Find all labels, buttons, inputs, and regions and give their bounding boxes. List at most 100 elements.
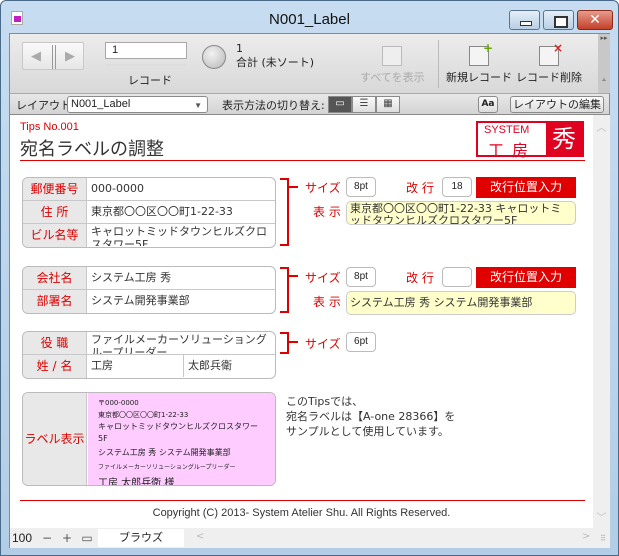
- address-size-field[interactable]: 8pt: [346, 177, 376, 197]
- page-title: 宛名ラベルの調整: [20, 139, 164, 160]
- close-button[interactable]: ✕: [577, 10, 613, 30]
- address-label: 住 所: [23, 201, 87, 223]
- person-bracket: [280, 332, 289, 354]
- found-set-pie-icon: [202, 45, 226, 69]
- person-bracket-tick: [289, 341, 298, 343]
- app-window: N001_Label ✕ ◀ ▶ 1 レコード 1 合計 (未ソート) すべてを…: [0, 0, 619, 556]
- postal-code-field[interactable]: 000-0000: [91, 178, 271, 200]
- vertical-scrollbar[interactable]: ︿ ﹀: [593, 115, 610, 528]
- note-line: サンプルとして使用しています。: [286, 425, 449, 438]
- company-size-field[interactable]: 8pt: [346, 267, 376, 287]
- department-field[interactable]: システム開発事業部: [91, 290, 271, 312]
- next-record-icon[interactable]: ▶: [65, 49, 75, 64]
- record-number-input[interactable]: 1: [105, 42, 187, 59]
- toggle-toolbar-icon[interactable]: ▭: [80, 531, 94, 545]
- edit-layout-button[interactable]: レイアウトの編集: [510, 96, 604, 113]
- scroll-right-icon[interactable]: >: [582, 531, 590, 542]
- chevron-down-icon: ▼: [194, 101, 202, 110]
- note-line: このTipsでは、: [286, 395, 364, 408]
- address-bracket-tick: [289, 186, 298, 188]
- preview-name: 工房 太郎兵衛 様: [98, 478, 175, 486]
- company-display-field[interactable]: システム工房 秀 システム開発事業部: [346, 291, 576, 315]
- person-size-field[interactable]: 6pt: [346, 332, 376, 352]
- resize-grip-icon[interactable]: ⠿: [600, 534, 606, 543]
- delete-record-icon: ×: [539, 41, 563, 66]
- overflow-icon: ▸▸: [600, 34, 608, 42]
- table-view-icon: ▦: [383, 98, 393, 109]
- address-field[interactable]: 東京都〇〇区〇〇町1-22-33: [91, 201, 271, 223]
- layout-select-value: N001_Label: [71, 98, 131, 110]
- logo-kobo-text: 工房: [488, 141, 537, 160]
- record-label: レコード: [128, 74, 172, 87]
- scroll-down-icon[interactable]: ﹀: [593, 509, 610, 524]
- footer-divider: [20, 500, 585, 501]
- job-title-field[interactable]: ファイルメーカーソリューショングループリーダー: [91, 333, 271, 354]
- department-row: 部署名 システム開発事業部: [23, 290, 275, 313]
- logo-system-text: SYSTEM: [484, 124, 530, 136]
- company-row: 会社名 システム工房 秀: [23, 267, 275, 290]
- company-break-field[interactable]: [442, 267, 472, 287]
- new-record-label: 新規レコード: [446, 71, 512, 84]
- company-break-position-button[interactable]: 改行位置入力: [476, 267, 576, 288]
- building-field[interactable]: キャロットミッドタウンヒルズクロスタワー5F: [91, 225, 271, 246]
- scroll-left-icon[interactable]: <: [196, 531, 204, 542]
- show-all-label: すべてを表示: [360, 71, 425, 84]
- scroll-up-icon[interactable]: ︿: [593, 119, 610, 134]
- form-view-icon: ▭: [335, 98, 345, 109]
- sort-status: 合計 (未ソート): [236, 56, 315, 69]
- label-preview: 〒000-0000 東京都〇〇区〇〇町1-22-33 キャロットミッドタウンヒル…: [88, 393, 275, 486]
- address-break-field[interactable]: 18: [442, 177, 472, 197]
- company-field[interactable]: システム工房 秀: [91, 267, 271, 289]
- preview-postal: 〒000-0000: [98, 399, 139, 407]
- record-slider[interactable]: [105, 64, 187, 66]
- collapse-toolbar-icon[interactable]: ⩡: [598, 76, 610, 85]
- tips-number: Tips No.001: [20, 121, 79, 133]
- person-fields: 役 職 ファイルメーカーソリューショングループリーダー 姓 / 名 工房 太郎兵…: [22, 331, 276, 379]
- preview-company: システム工房 秀 システム開発事業部: [98, 448, 231, 457]
- zoom-in-icon[interactable]: +: [60, 531, 74, 545]
- layout-select[interactable]: N001_Label ▼: [67, 96, 208, 113]
- postal-code-label: 郵便番号: [23, 178, 87, 200]
- address-display-label: 表 示: [313, 205, 341, 219]
- company-logo: SYSTEM 工房 秀: [476, 121, 584, 160]
- maximize-button[interactable]: [543, 10, 574, 30]
- text-formatting-button[interactable]: Aa: [478, 96, 498, 113]
- form-view-button[interactable]: ▭: [328, 96, 352, 113]
- book-spine-icon: [52, 45, 56, 69]
- preview-title: ファイルメーカーソリューショングループリーダー: [98, 464, 236, 471]
- address-row: 住 所 東京都〇〇区〇〇町1-22-33: [23, 201, 275, 224]
- table-view-button[interactable]: ▦: [376, 96, 400, 113]
- layout-bar: レイアウト: N001_Label ▼ 表示方法の切り替え: ▭ ☰ ▦ Aa …: [9, 93, 610, 115]
- delete-record-button[interactable]: × レコード削除: [516, 41, 582, 85]
- layout-label: レイアウト:: [16, 99, 75, 112]
- minimize-button[interactable]: [509, 10, 540, 30]
- logo-mark: 秀: [546, 123, 582, 155]
- preview-address: 東京都〇〇区〇〇町1-22-33: [98, 411, 189, 419]
- address-fields: 郵便番号 000-0000 住 所 東京都〇〇区〇〇町1-22-33 ビル名等 …: [22, 177, 276, 248]
- label-preview-group: ラベル表示 〒000-0000 東京都〇〇区〇〇町1-22-33 キャロットミッ…: [22, 392, 276, 486]
- previous-record-icon[interactable]: ◀: [31, 49, 41, 64]
- new-record-button[interactable]: + 新規レコード: [446, 41, 512, 85]
- zoom-out-icon[interactable]: −: [40, 531, 54, 545]
- zoom-level[interactable]: 100: [12, 531, 32, 545]
- list-view-button[interactable]: ☰: [352, 96, 376, 113]
- company-display-label: 表 示: [313, 295, 341, 309]
- address-break-position-button[interactable]: 改行位置入力: [476, 177, 576, 198]
- postal-code-row: 郵便番号 000-0000: [23, 178, 275, 201]
- mode-indicator[interactable]: ブラウズ: [98, 529, 184, 547]
- company-bracket: [280, 267, 289, 313]
- company-fields: 会社名 システム工房 秀 部署名 システム開発事業部: [22, 266, 276, 314]
- close-icon: ✕: [589, 12, 601, 28]
- address-display-field[interactable]: 東京都〇〇区〇〇町1-22-33 キャロットミッドタウンヒルズクロスタワー5F: [346, 201, 576, 225]
- first-name-field[interactable]: 太郎兵衛: [183, 355, 271, 377]
- toolbar-overflow[interactable]: ▸▸ ⩡: [598, 34, 610, 94]
- found-count: 1: [236, 42, 243, 55]
- status-toolbar: ◀ ▶ 1 レコード 1 合計 (未ソート) すべてを表示 + 新規レコード ×…: [9, 33, 610, 94]
- show-all-button[interactable]: すべてを表示: [360, 46, 425, 85]
- person-size-label: サイズ: [305, 337, 341, 351]
- job-title-label: 役 職: [23, 332, 87, 354]
- last-name-field[interactable]: 工房: [91, 355, 179, 377]
- department-label: 部署名: [23, 290, 87, 313]
- new-record-icon: +: [469, 41, 493, 66]
- record-navigator[interactable]: ◀ ▶: [22, 42, 84, 70]
